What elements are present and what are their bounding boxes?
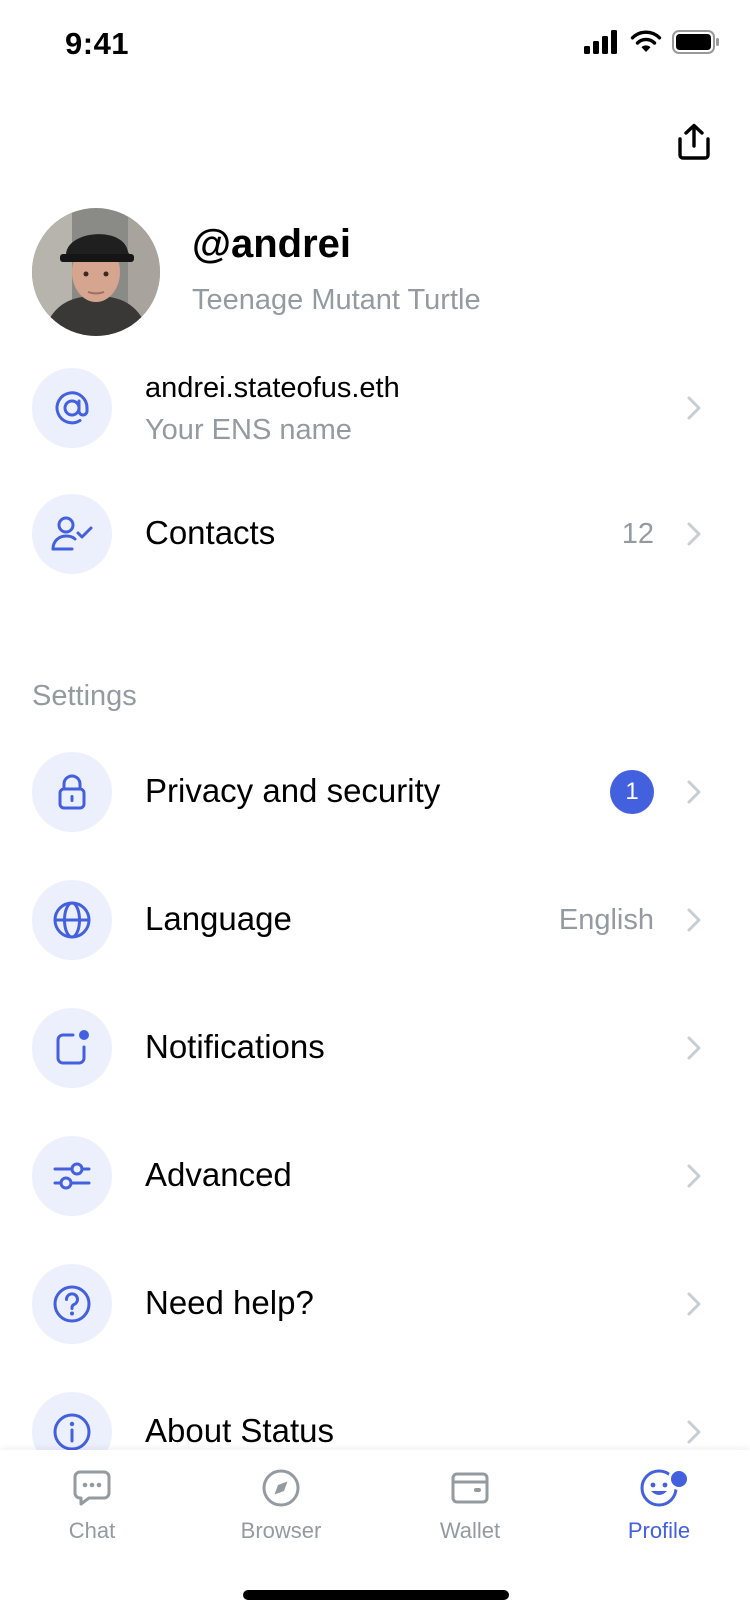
ens-icon-circle <box>32 368 112 448</box>
settings-item-language[interactable]: Language English <box>0 870 750 970</box>
privacy-icon-circle <box>32 752 112 832</box>
tab-browser-label: Browser <box>240 1518 322 1543</box>
ens-name: andrei.stateofus.eth <box>145 372 400 404</box>
notifications-label: Notifications <box>145 1028 325 1065</box>
chevron-right-icon <box>687 908 701 932</box>
language-icon-circle <box>32 880 112 960</box>
profile-bio: Teenage Mutant Turtle <box>192 284 481 316</box>
notifications-icon-circle <box>32 1008 112 1088</box>
chevron-right-icon <box>687 522 701 546</box>
status-time: 9:41 <box>65 26 130 61</box>
sliders-icon <box>53 1162 91 1190</box>
chevron-right-icon <box>687 1292 701 1316</box>
settings-item-advanced[interactable]: Advanced <box>0 1126 750 1226</box>
tab-profile[interactable]: Profile <box>584 1466 734 1566</box>
share-button[interactable] <box>672 120 716 164</box>
profile-notification-dot <box>668 1468 690 1490</box>
chevron-right-icon <box>687 1420 701 1444</box>
profile-header: @andrei Teenage Mutant Turtle <box>32 208 722 336</box>
privacy-badge: 1 <box>610 770 654 814</box>
advanced-icon-circle <box>32 1136 112 1216</box>
notification-icon <box>56 1030 89 1065</box>
at-icon <box>55 391 89 425</box>
help-icon <box>53 1285 91 1323</box>
contacts-icon-circle <box>32 494 112 574</box>
wifi-icon <box>630 30 662 52</box>
settings-item-notifications[interactable]: Notifications <box>0 998 750 1098</box>
chevron-right-icon <box>687 1164 701 1188</box>
tab-chat[interactable]: Chat <box>17 1466 167 1566</box>
battery-icon <box>672 30 719 54</box>
ens-name-row[interactable]: andrei.stateofus.eth Your ENS name <box>0 358 750 458</box>
help-icon-circle <box>32 1264 112 1344</box>
help-label: Need help? <box>145 1284 314 1321</box>
tab-chat-label: Chat <box>68 1518 116 1543</box>
tab-profile-label: Profile <box>627 1518 691 1543</box>
home-indicator <box>243 1590 509 1600</box>
tab-wallet-label: Wallet <box>439 1518 501 1543</box>
chat-icon <box>73 1470 111 1506</box>
lock-icon <box>58 774 86 810</box>
profile-username: @andrei <box>192 222 352 266</box>
compass-icon <box>262 1469 300 1507</box>
signal-icon <box>584 30 617 54</box>
tab-browser[interactable]: Browser <box>206 1466 356 1566</box>
settings-item-privacy[interactable]: Privacy and security 1 <box>0 742 750 842</box>
avatar[interactable] <box>32 208 160 336</box>
chevron-right-icon <box>687 1036 701 1060</box>
contacts-row[interactable]: Contacts 12 <box>0 484 750 584</box>
ens-subtitle: Your ENS name <box>145 414 352 446</box>
settings-item-help[interactable]: Need help? <box>0 1254 750 1354</box>
globe-icon <box>53 901 91 939</box>
user-check-icon <box>51 516 93 551</box>
share-icon <box>678 123 710 160</box>
info-icon <box>53 1413 91 1451</box>
tab-wallet[interactable]: Wallet <box>395 1466 545 1566</box>
language-label: Language <box>145 900 292 937</box>
about-label: About Status <box>145 1412 334 1449</box>
chevron-right-icon <box>687 396 701 420</box>
chevron-right-icon <box>687 780 701 804</box>
contacts-label: Contacts <box>145 514 276 551</box>
status-bar: 9:41 <box>0 0 750 90</box>
language-value: English <box>558 904 654 936</box>
privacy-label: Privacy and security <box>145 772 441 809</box>
settings-section-label: Settings <box>32 680 137 712</box>
advanced-label: Advanced <box>145 1156 292 1193</box>
wallet-icon <box>451 1472 489 1504</box>
contacts-count: 12 <box>621 518 654 550</box>
status-icons <box>584 30 720 54</box>
